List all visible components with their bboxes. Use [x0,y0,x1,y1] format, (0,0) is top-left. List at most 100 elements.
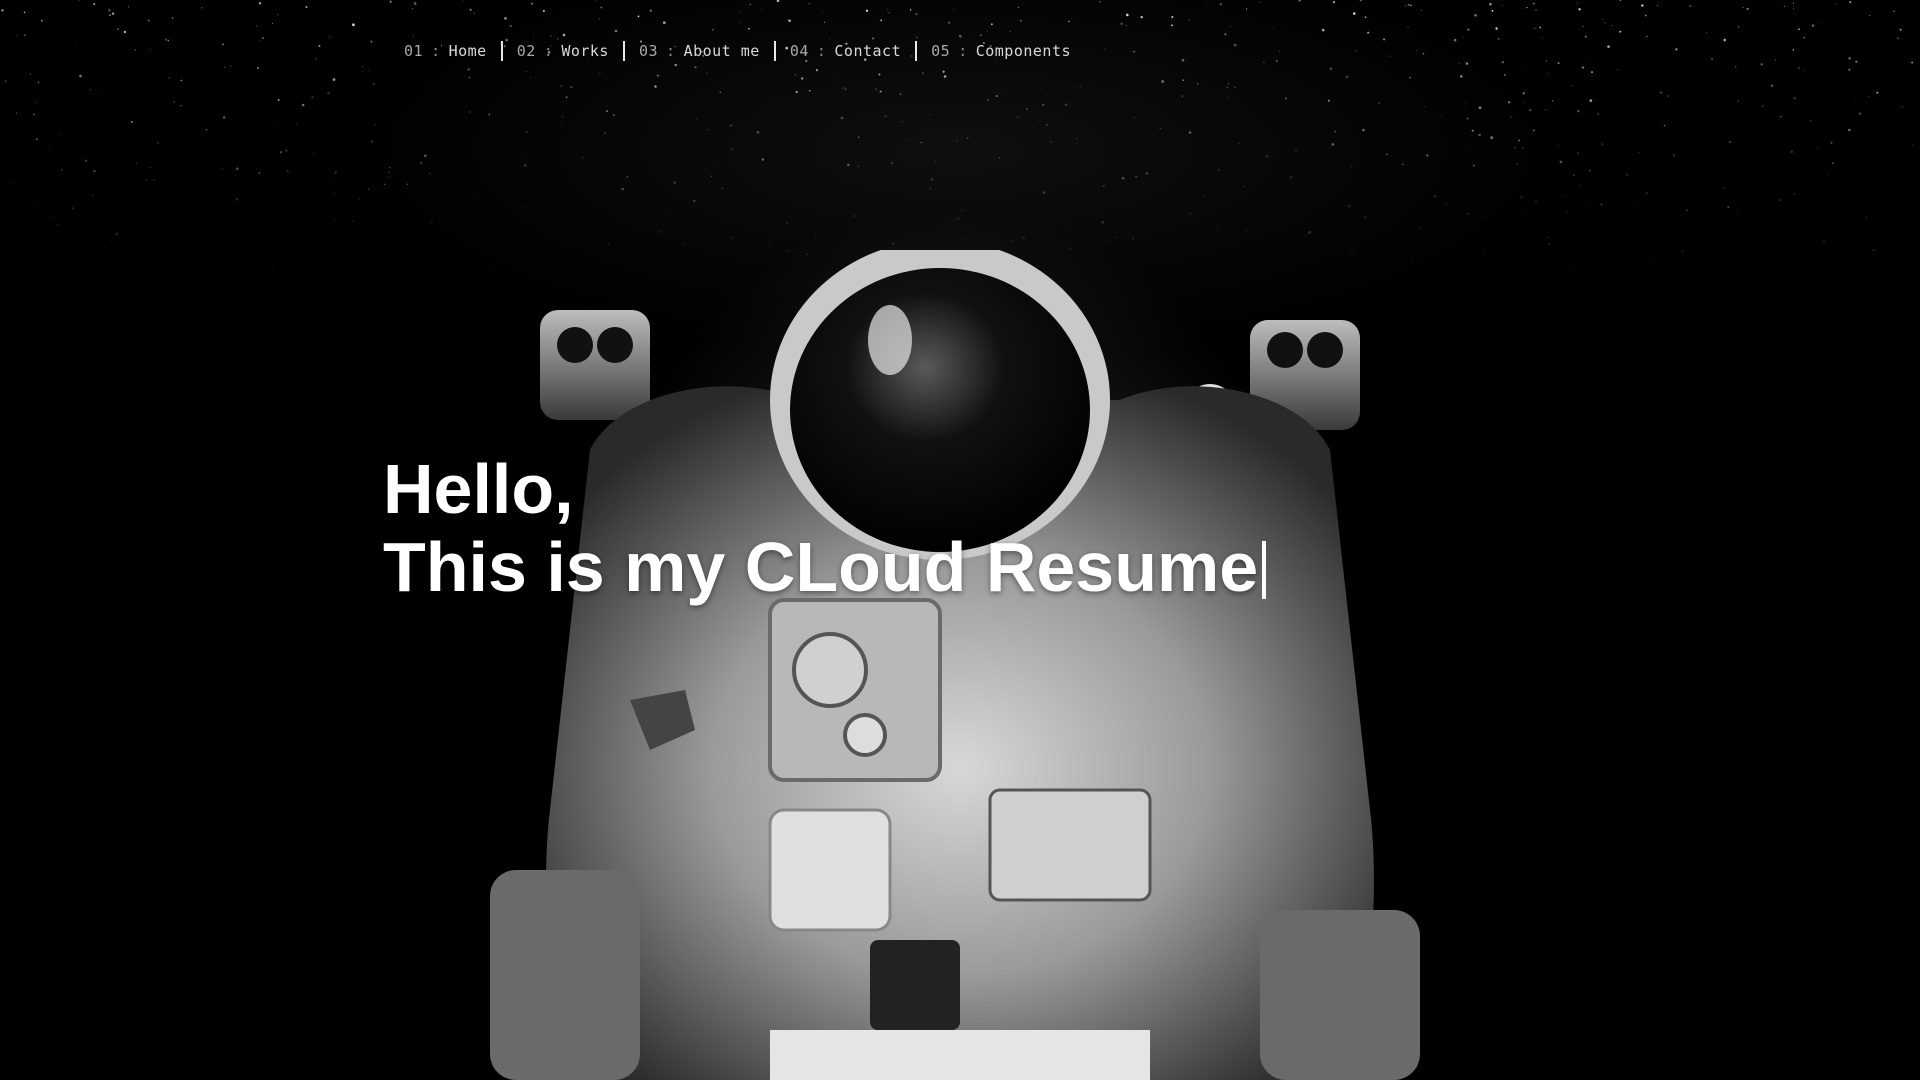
star [1460,75,1463,78]
star [1607,45,1610,48]
star [693,200,696,203]
star [1535,9,1537,11]
star [1188,131,1192,134]
star [1518,139,1521,142]
star [1439,115,1441,117]
star [1565,211,1569,215]
star [1133,51,1135,53]
star [201,7,203,9]
nav-item-separator: : [816,42,827,60]
star [1633,205,1636,207]
star [1581,66,1585,69]
star [1559,160,1563,164]
star [1115,248,1117,250]
star [1101,221,1104,224]
nav-item-about-me[interactable]: 03 : About me [625,42,774,60]
nav-item-components[interactable]: 05 : Components [917,42,1085,60]
star [1418,227,1421,230]
nav-item-number: 05 [931,42,951,60]
star [719,91,722,94]
star [607,243,610,245]
star [1526,6,1528,9]
star [1171,19,1172,20]
star [1554,114,1556,116]
star [1351,165,1353,167]
star [173,101,175,103]
star [1792,49,1795,51]
star [1238,142,1240,145]
star [706,72,708,74]
star [41,19,43,22]
star [336,253,338,255]
star [786,19,788,21]
star [1482,251,1486,255]
star [1641,4,1644,7]
star [740,22,742,24]
star [1779,199,1782,202]
star [1490,136,1494,140]
nav-item-home[interactable]: 01 : Home [404,42,501,60]
star [1855,60,1858,63]
star [1589,59,1591,60]
star [1685,209,1689,212]
star [581,156,584,159]
hero-headline: This is my CLoud Resume [383,528,1259,606]
star [370,140,374,143]
star [1588,169,1591,172]
star [1463,36,1465,38]
star [1823,241,1826,244]
star [1817,148,1819,150]
star [1570,248,1572,250]
star [1706,31,1708,33]
star [1049,140,1053,143]
star [33,113,35,116]
star [544,209,546,211]
star [1809,119,1812,122]
star [986,0,987,2]
star [1830,141,1833,144]
star [929,187,932,190]
nav-item-works[interactable]: 02 : Works [503,42,623,60]
star [674,63,677,67]
star [941,211,943,213]
star [334,218,337,221]
nav-item-contact[interactable]: 04 : Contact [776,42,915,60]
star [1409,77,1411,79]
star [738,11,740,13]
star [1171,24,1174,27]
star [865,181,867,182]
star [111,12,115,15]
star [1729,141,1731,143]
star [1410,4,1412,7]
star [149,275,152,277]
star [315,277,316,279]
star [1820,22,1822,24]
star [61,255,63,257]
star [600,6,603,9]
star [721,187,723,190]
star [1591,4,1593,5]
star [814,236,817,239]
star [957,217,960,220]
star [1601,142,1604,146]
star [1711,57,1714,61]
star [707,129,708,131]
star [235,167,239,171]
star [279,151,283,154]
star [1065,245,1067,247]
star [261,227,264,229]
star [59,134,62,136]
star [865,9,869,12]
star [1507,101,1511,104]
star [1465,103,1466,105]
star [89,88,91,91]
star [963,238,967,241]
star [370,40,373,43]
star [1364,16,1367,19]
star [16,112,18,114]
star [1741,254,1745,258]
star [1308,231,1311,234]
star [1868,95,1870,98]
star [1420,9,1423,12]
star [595,0,596,1]
